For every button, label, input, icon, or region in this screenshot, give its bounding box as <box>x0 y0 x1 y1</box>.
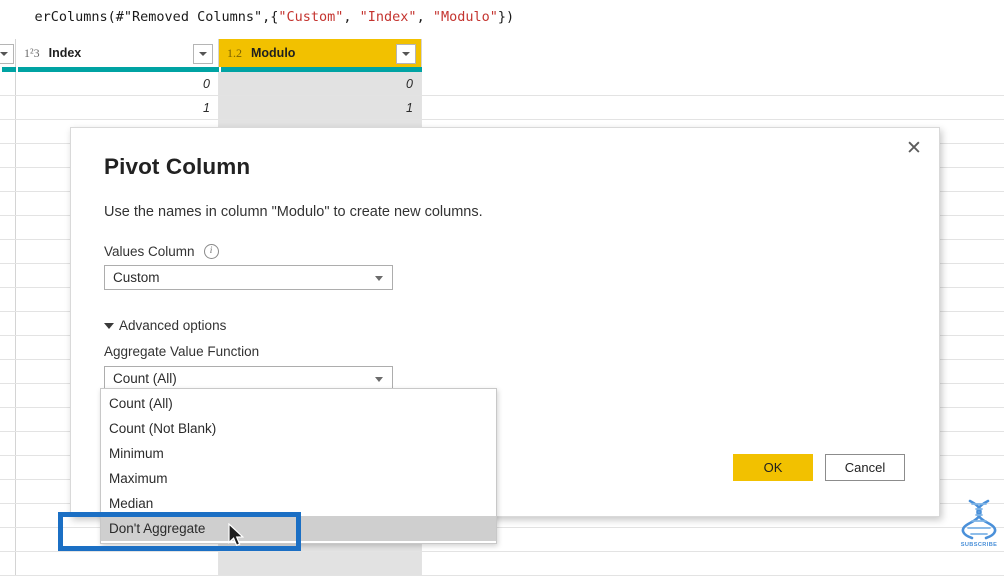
aggregate-function-dropdown[interactable]: Count (All) Count (Not Blank) Minimum Maxim… <box>100 388 497 544</box>
formula-string-custom: "Custom" <box>278 8 344 25</box>
formula-sep-2: , <box>416 8 433 25</box>
cell-index[interactable]: 1 <box>16 96 219 119</box>
column-header-modulo[interactable]: 1.2 Modulo <box>219 39 422 67</box>
ok-button[interactable]: OK <box>733 454 813 481</box>
values-column-label: Values Column i <box>104 244 219 259</box>
advanced-options-label: Advanced options <box>119 318 227 333</box>
dialog-subtitle: Use the names in column "Modulo" to crea… <box>104 204 483 220</box>
dialog-buttons: OK Cancel <box>733 454 905 481</box>
modulo-filter-button[interactable] <box>396 44 416 64</box>
column-header-index-label: Index <box>48 46 82 60</box>
row-stub[interactable] <box>0 168 16 191</box>
formula-sep-1: , <box>343 8 360 25</box>
advanced-options-toggle[interactable]: Advanced options <box>104 318 226 333</box>
cell-empty <box>422 528 1004 551</box>
chevron-down-icon <box>375 377 383 382</box>
cell-index[interactable] <box>16 552 219 575</box>
formula-string-index: "Index" <box>359 8 417 25</box>
column-header-row: 1²3 Index 1.2 Modulo <box>0 39 1004 67</box>
row-stub[interactable] <box>0 552 16 575</box>
row-stub[interactable] <box>0 120 16 143</box>
row-stub[interactable] <box>0 144 16 167</box>
table-row[interactable]: 11 <box>0 96 1004 120</box>
row-stub[interactable] <box>0 336 16 359</box>
subscribe-label: SUBSCRIBE <box>960 542 998 548</box>
row-stub[interactable] <box>0 264 16 287</box>
dropdown-item[interactable]: Count (All) <box>101 391 496 416</box>
info-icon[interactable]: i <box>203 244 219 259</box>
cell-empty <box>422 72 1004 95</box>
chevron-down-icon <box>199 52 207 56</box>
number-type-icon: 1²3 <box>24 45 40 60</box>
row-stub[interactable] <box>0 528 16 551</box>
dropdown-item[interactable]: Maximum <box>101 466 496 491</box>
dropdown-item[interactable]: Median <box>101 491 496 516</box>
row-stub[interactable] <box>0 96 16 119</box>
triangle-expanded-icon <box>104 322 114 329</box>
row-stub[interactable] <box>0 432 16 455</box>
cell-empty <box>422 96 1004 119</box>
chevron-down-icon <box>402 52 410 56</box>
chevron-down-icon <box>375 276 383 281</box>
row-stub[interactable] <box>0 504 16 527</box>
values-column-select[interactable]: Custom <box>104 265 393 290</box>
table-row[interactable]: 00 <box>0 72 1004 96</box>
row-stub[interactable] <box>0 288 16 311</box>
aggregate-function-label: Aggregate Value Function <box>104 344 259 359</box>
cell-index[interactable]: 0 <box>16 72 219 95</box>
values-column-value: Custom <box>113 270 160 285</box>
row-stub[interactable] <box>0 240 16 263</box>
row-stub[interactable] <box>0 192 16 215</box>
dialog-title: Pivot Column <box>104 154 251 179</box>
cell-modulo[interactable] <box>219 552 422 575</box>
mouse-cursor-icon <box>228 522 245 553</box>
stub-filter-button[interactable] <box>0 44 14 64</box>
row-stub[interactable] <box>0 216 16 239</box>
aggregate-function-value: Count (All) <box>113 371 177 386</box>
formula-suffix: }) <box>497 8 515 25</box>
formula-string-modulo: "Modulo" <box>432 8 498 25</box>
subscribe-watermark[interactable]: SUBSCRIBE <box>957 497 1001 553</box>
row-stub[interactable] <box>0 456 16 479</box>
dropdown-item[interactable]: Minimum <box>101 441 496 466</box>
dna-helix-icon <box>961 499 997 540</box>
dropdown-item[interactable]: Count (Not Blank) <box>101 416 496 441</box>
row-stub[interactable] <box>0 384 16 407</box>
row-stub[interactable] <box>0 72 16 95</box>
column-header-stub[interactable] <box>0 39 16 67</box>
formula-prefix: erColumns(#"Removed Columns",{ <box>34 8 279 25</box>
cancel-button[interactable]: Cancel <box>825 454 905 481</box>
column-header-modulo-label: Modulo <box>251 46 296 60</box>
row-stub[interactable] <box>0 408 16 431</box>
row-stub[interactable] <box>0 312 16 335</box>
decimal-type-icon: 1.2 <box>227 45 242 60</box>
column-header-index[interactable]: 1²3 Index <box>16 39 219 67</box>
dropdown-item[interactable]: Don't Aggregate <box>101 516 496 541</box>
close-icon[interactable]: ✕ <box>898 133 930 163</box>
row-stub[interactable] <box>0 360 16 383</box>
formula-bar[interactable]: erColumns(#"Removed Columns",{"Custom", … <box>0 0 1004 34</box>
aggregate-function-label-text: Aggregate Value Function <box>104 344 260 359</box>
cell-empty <box>422 552 1004 575</box>
cell-modulo[interactable]: 0 <box>219 72 422 95</box>
index-filter-button[interactable] <box>193 44 213 64</box>
chevron-down-icon <box>0 52 8 56</box>
cell-modulo[interactable]: 1 <box>219 96 422 119</box>
table-row[interactable] <box>0 552 1004 576</box>
values-column-label-text: Values Column <box>104 244 195 259</box>
row-stub[interactable] <box>0 480 16 503</box>
